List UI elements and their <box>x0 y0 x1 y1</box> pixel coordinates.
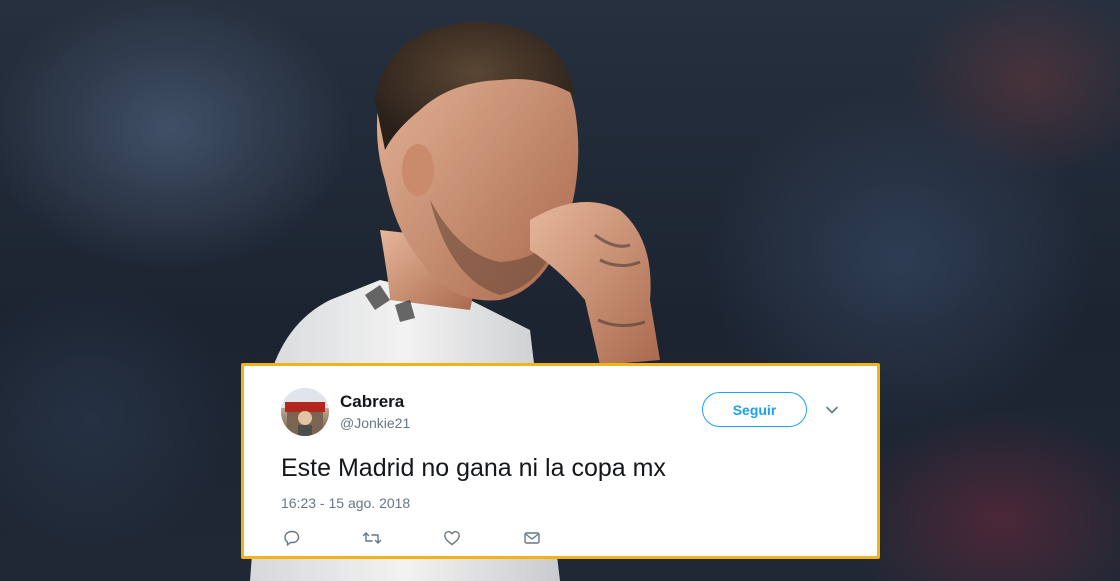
follow-button[interactable]: Seguir <box>702 392 807 427</box>
reply-icon[interactable] <box>281 527 303 549</box>
tweet-text: Este Madrid no gana ni la copa mx <box>281 454 666 482</box>
avatar-image <box>281 388 329 436</box>
direct-message-icon[interactable] <box>521 527 543 549</box>
chevron-down-icon[interactable] <box>822 400 842 420</box>
avatar[interactable] <box>281 388 329 436</box>
retweet-icon[interactable] <box>361 527 383 549</box>
like-icon[interactable] <box>441 527 463 549</box>
tweet-timestamp[interactable]: 16:23 - 15 ago. 2018 <box>281 495 410 511</box>
author-handle[interactable]: @Jonkie21 <box>340 415 410 431</box>
author-name[interactable]: Cabrera <box>340 392 404 412</box>
screenshot: Cabrera @Jonkie21 Seguir Este Madrid no … <box>0 0 1120 581</box>
embedded-tweet-card[interactable]: Cabrera @Jonkie21 Seguir Este Madrid no … <box>241 363 880 559</box>
